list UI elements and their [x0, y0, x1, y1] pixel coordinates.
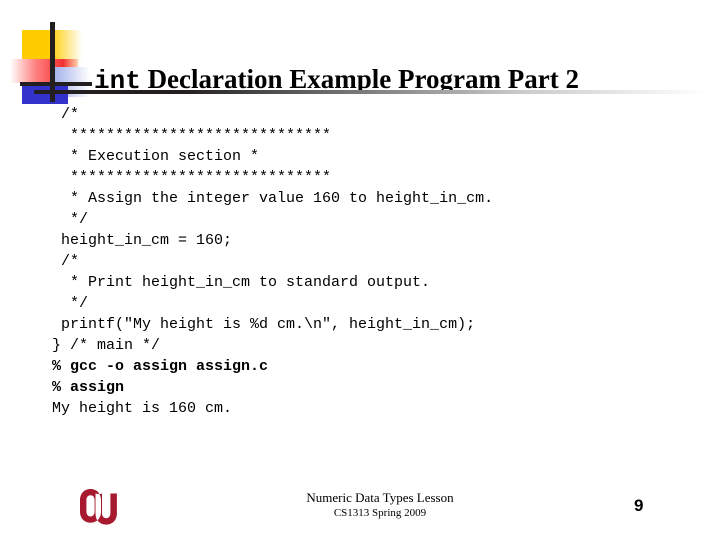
code-line: height_in_cm = 160; — [52, 232, 233, 249]
code-line: /* — [52, 253, 80, 270]
code-line: } /* main */ — [52, 337, 161, 354]
code-line: * Print height_in_cm to standard output. — [52, 274, 431, 291]
footer-text: Numeric Data Types Lesson CS1313 Spring … — [210, 490, 550, 520]
code-line: * Execution section * — [52, 148, 260, 165]
code-line: * Assign the integer value 160 to height… — [52, 190, 494, 207]
code-line: */ — [52, 295, 89, 312]
code-line: */ — [52, 211, 89, 228]
motif-horizontal-bar — [20, 82, 92, 86]
code-line: /* — [52, 106, 80, 123]
page-number: 9 — [634, 496, 644, 515]
code-line: % assign — [52, 379, 125, 396]
title-divider — [34, 90, 706, 94]
footer-lesson-title: Numeric Data Types Lesson — [306, 490, 454, 505]
ou-logo — [76, 485, 120, 529]
slide-canvas: int Declaration Example Program Part 2 /… — [0, 0, 720, 540]
code-line: ***************************** — [52, 169, 332, 186]
code-line: % gcc -o assign assign.c — [52, 358, 269, 375]
code-line: printf("My height is %d cm.\n", height_i… — [52, 316, 476, 333]
code-listing: /* ***************************** * Execu… — [52, 104, 700, 419]
code-line: ***************************** — [52, 127, 332, 144]
code-line: My height is 160 cm. — [52, 400, 233, 417]
footer-course-term: CS1313 Spring 2009 — [333, 507, 427, 519]
